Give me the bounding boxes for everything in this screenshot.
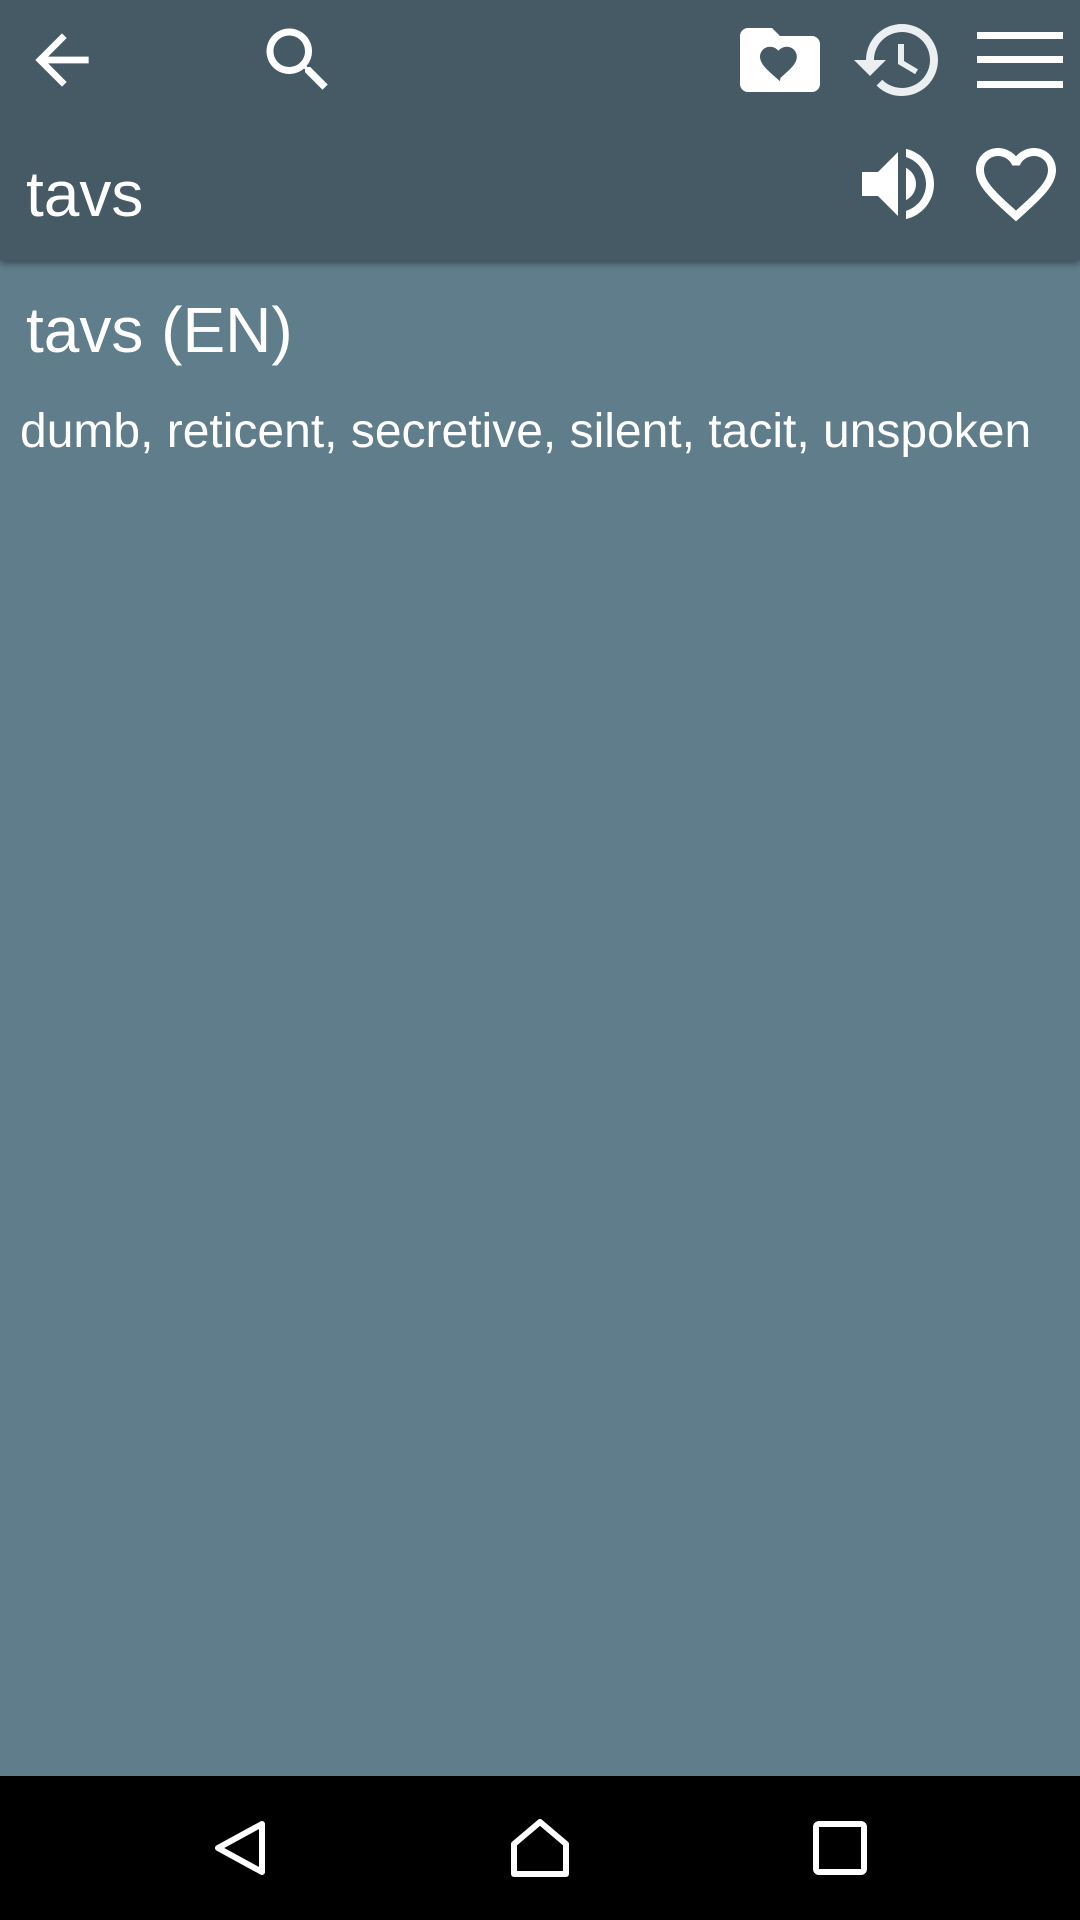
nav-back-icon [215,1821,265,1875]
nav-home-icon [511,1819,569,1877]
back-button[interactable] [14,12,110,108]
menu-icon [977,32,1063,88]
speaker-icon [862,148,934,220]
nav-home-button[interactable] [490,1798,590,1898]
favorites-folder-button[interactable] [728,12,832,108]
nav-recents-button[interactable] [790,1798,890,1898]
search-button[interactable] [250,12,346,108]
search-word: tavs [26,158,144,230]
history-icon [854,24,938,97]
entry-definition: dumb, reticent, secretive, silent, tacit… [20,405,1032,458]
add-favorite-button[interactable] [964,136,1068,232]
entry-title: tavs (EN) [26,294,293,366]
pronounce-button[interactable] [846,136,950,232]
arrow-back-icon [35,33,89,87]
nav-back-button[interactable] [190,1798,290,1898]
dictionary-entry: tavs (EN) dumb, reticent, secretive, sil… [0,260,1080,1776]
menu-button[interactable] [970,12,1070,108]
search-icon [266,28,328,90]
history-button[interactable] [846,12,950,108]
system-nav-bar [0,1776,1080,1920]
nav-recents-icon [813,1821,867,1875]
heart-outline-icon [976,148,1056,222]
favorites-folder-icon [740,28,820,92]
app-toolbar: tavs [0,0,1080,260]
